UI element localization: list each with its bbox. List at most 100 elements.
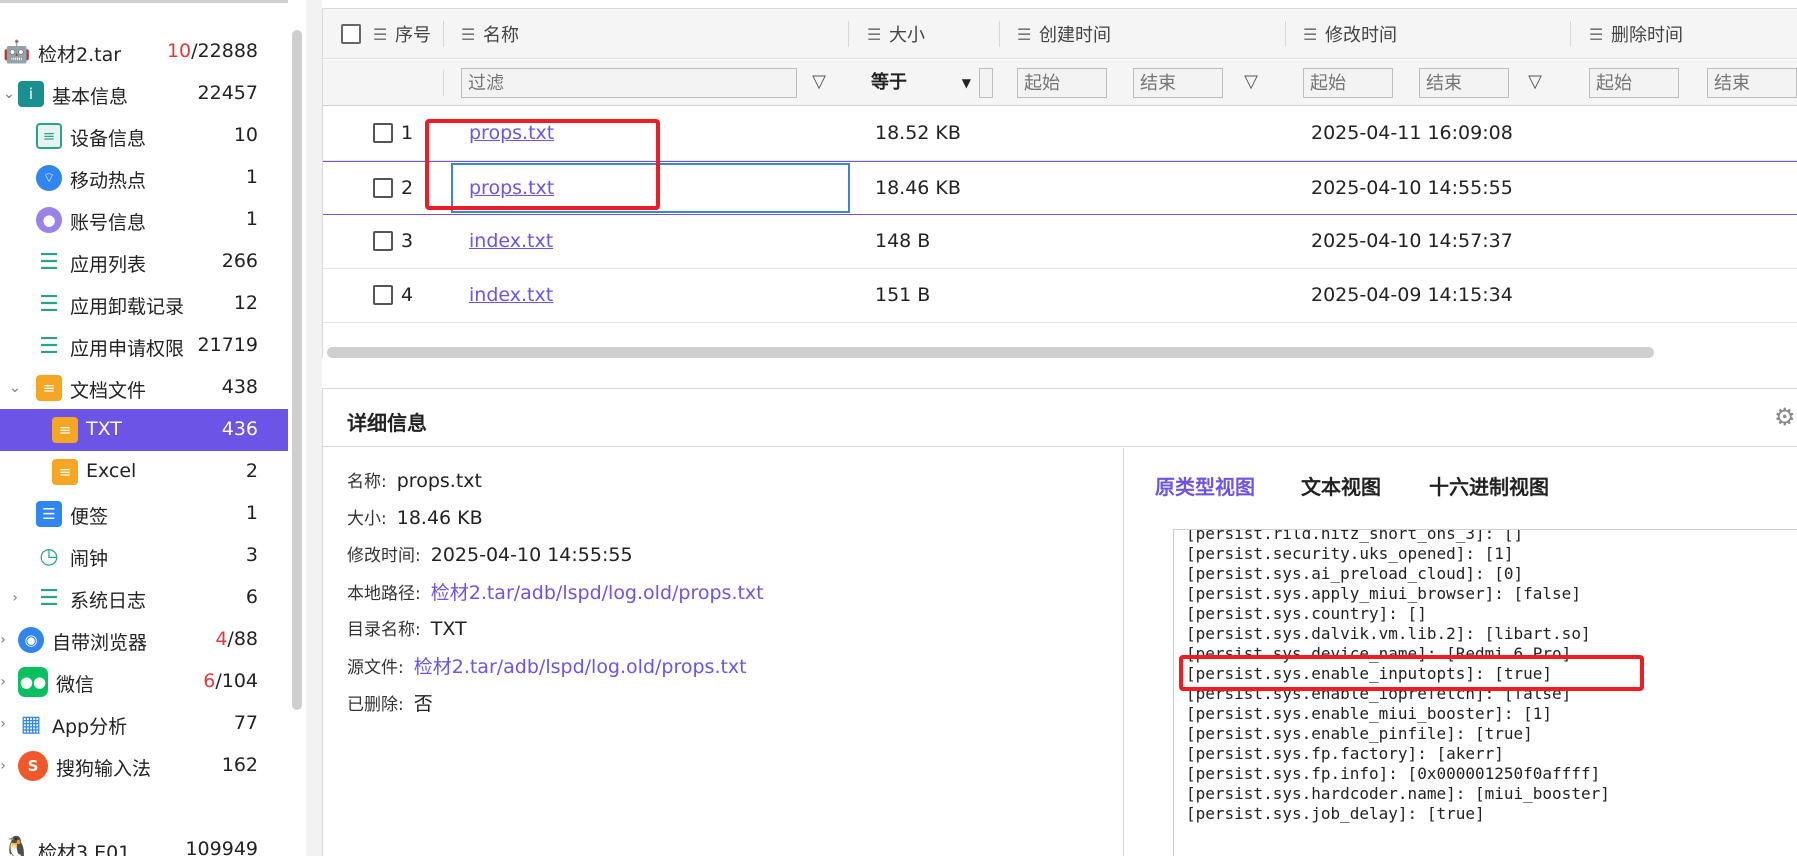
tree-item-count: 1 <box>245 208 258 230</box>
list-icon: ☰ <box>39 249 59 275</box>
header-modified[interactable]: ☰ 修改时间 <box>1303 9 1397 59</box>
name-filter-input[interactable] <box>461 68 797 98</box>
tab-text-view[interactable]: 文本视图 <box>1301 471 1381 500</box>
created-end-input[interactable] <box>1133 68 1223 98</box>
header-index[interactable]: ☰ 序号 <box>373 9 431 59</box>
chevron-right-icon[interactable]: › <box>0 717 10 731</box>
filter-icon[interactable]: ▽ <box>1523 70 1547 94</box>
sidebar-scrollbar[interactable] <box>292 30 302 710</box>
header-name[interactable]: ☰ 名称 <box>461 9 519 59</box>
detail-divider[interactable] <box>1123 448 1124 856</box>
tree-item-app-permissions[interactable]: ☰ 应用申请权限 21719 <box>0 325 288 367</box>
column-menu-icon[interactable]: ☰ <box>1303 25 1317 44</box>
column-separator[interactable] <box>848 21 849 47</box>
filter-icon[interactable]: ▽ <box>807 70 831 94</box>
tree-item-count: 10/22888 <box>166 40 258 62</box>
tree-item-wechat[interactable]: › ●● 微信 6/104 <box>0 661 288 703</box>
filter-row: ▽ 等于▼ ▽ ▽ <box>323 60 1797 106</box>
tree-item-documents[interactable]: ⌄ ≡ 文档文件 438 <box>0 367 288 409</box>
tree-item-excel[interactable]: ≡ Excel 2 <box>0 451 288 493</box>
file-content-viewer[interactable]: [persist.rild.nitz_short_ons_3]: [] [per… <box>1173 529 1797 856</box>
deleted-end-input[interactable] <box>1707 68 1797 98</box>
size-operator-select[interactable]: 等于 ▼ <box>871 68 977 98</box>
modified-time: 2025-04-10 14:55:55 <box>1311 177 1513 199</box>
tree-item-label: 基本信息 <box>52 86 129 108</box>
filter-icon[interactable]: ▽ <box>1239 70 1263 94</box>
table-row[interactable]: 4 index.txt 151 B 2025-04-09 14:15:34 <box>323 269 1797 323</box>
tab-native-view[interactable]: 原类型视图 <box>1155 471 1255 500</box>
tree-item-txt[interactable]: ≡ TXT 436 <box>0 409 288 451</box>
column-menu-icon[interactable]: ☰ <box>867 25 881 44</box>
file-size: 148 B <box>875 230 931 252</box>
tree-item-evidence-3[interactable]: 🐧 检材3.E01 109949 <box>0 829 288 856</box>
tree-item-label: 检材2.tar <box>38 44 122 66</box>
chevron-down-icon[interactable]: ⌄ <box>2 87 16 101</box>
tree-item-label: TXT <box>86 418 122 440</box>
column-separator[interactable] <box>999 21 1000 47</box>
modified-start-input[interactable] <box>1303 68 1393 98</box>
tree-item-label: 应用卸载记录 <box>70 296 185 318</box>
column-menu-icon[interactable]: ☰ <box>1589 25 1603 44</box>
created-start-input[interactable] <box>1017 68 1107 98</box>
tree-item-count: 77 <box>233 712 258 734</box>
tree-item-evidence-2[interactable]: 🤖 检材2.tar 10/22888 <box>0 31 288 73</box>
row-checkbox[interactable] <box>373 123 393 143</box>
list-icon: ☰ <box>39 585 59 611</box>
tree-item-browser[interactable]: › ◉ 自带浏览器 4/88 <box>0 619 288 661</box>
select-all-checkbox[interactable] <box>341 9 361 59</box>
header-deleted[interactable]: ☰ 删除时间 <box>1589 9 1683 59</box>
file-name-link[interactable]: index.txt <box>469 230 553 252</box>
wifi-hotspot-icon: ⌔ <box>36 165 62 191</box>
row-checkbox[interactable] <box>373 231 393 251</box>
row-index: 4 <box>401 284 414 306</box>
tree-item-label: 文档文件 <box>70 380 147 402</box>
chevron-down-icon[interactable]: ⌄ <box>8 381 22 395</box>
tab-hex-view[interactable]: 十六进制视图 <box>1429 471 1549 500</box>
table-header: ☰ 序号 ☰ 名称 ☰ 大小 ☰ 创建时间 ☰ 修改时间 ☰ 删除时间 <box>323 9 1797 59</box>
modified-end-input[interactable] <box>1419 68 1509 98</box>
sidebar: 🤖 检材2.tar 10/22888 ⌄ i 基本信息 22457 ≡ 设备信息… <box>0 0 288 856</box>
row-checkbox[interactable] <box>373 285 393 305</box>
file-name-link[interactable]: index.txt <box>469 284 553 306</box>
column-menu-icon[interactable]: ☰ <box>1017 25 1031 44</box>
row-checkbox[interactable] <box>373 178 393 198</box>
tree-item-app-list[interactable]: ☰ 应用列表 266 <box>0 241 288 283</box>
tree-item-count: 2 <box>245 460 258 482</box>
local-path-link[interactable]: 检材2.tar/adb/lspd/log.old/props.txt <box>431 582 764 604</box>
tree-item-alarm[interactable]: ◷ 闹钟 3 <box>0 535 288 577</box>
tree-item-sogou[interactable]: › S 搜狗输入法 162 <box>0 745 288 787</box>
tree-item-hotspot[interactable]: ⌔ 移动热点 1 <box>0 157 288 199</box>
horizontal-scrollbar[interactable] <box>327 347 1654 358</box>
info-name: 名称: props.txt <box>347 470 482 492</box>
tree-item-label: 账号信息 <box>70 212 147 234</box>
chevron-right-icon[interactable]: › <box>0 633 10 647</box>
column-separator[interactable] <box>443 21 444 47</box>
row-index: 3 <box>401 230 414 252</box>
column-separator[interactable] <box>1570 21 1571 47</box>
deleted-start-input[interactable] <box>1589 68 1679 98</box>
clock-icon: ◷ <box>39 543 59 569</box>
tree-item-uninstall-log[interactable]: ☰ 应用卸载记录 12 <box>0 283 288 325</box>
chevron-right-icon[interactable]: › <box>0 759 10 773</box>
chevron-right-icon[interactable]: › <box>8 591 22 605</box>
tree-item-system-log[interactable]: › ☰ 系统日志 6 <box>0 577 288 619</box>
tree-item-app-analysis[interactable]: › ▦ App分析 77 <box>0 703 288 745</box>
tree-item-device-info[interactable]: ≡ 设备信息 10 <box>0 115 288 157</box>
column-menu-icon[interactable]: ☰ <box>461 25 475 44</box>
tree-item-label: 微信 <box>56 674 95 696</box>
column-menu-icon[interactable]: ☰ <box>373 25 387 44</box>
tree-item-basic-info[interactable]: ⌄ i 基本信息 22457 <box>0 73 288 115</box>
size-filter-input[interactable] <box>979 68 993 98</box>
tree-item-notes[interactable]: ☰ 便签 1 <box>0 493 288 535</box>
header-size[interactable]: ☰ 大小 <box>867 9 925 59</box>
list-icon: ☰ <box>39 291 59 317</box>
source-file-link[interactable]: 检材2.tar/adb/lspd/log.old/props.txt <box>414 656 747 678</box>
content-line: [persist.rild.nitz_short_ons_3]: [] <box>1186 529 1524 543</box>
header-created[interactable]: ☰ 创建时间 <box>1017 9 1111 59</box>
tree-item-account[interactable]: ● 账号信息 1 <box>0 199 288 241</box>
table-row[interactable]: 3 index.txt 148 B 2025-04-10 14:57:37 <box>323 215 1797 269</box>
column-separator[interactable] <box>1285 21 1286 47</box>
panel-divider[interactable] <box>306 0 322 856</box>
chevron-right-icon[interactable]: › <box>0 675 10 689</box>
gear-icon[interactable]: ⚙ <box>1774 403 1797 431</box>
